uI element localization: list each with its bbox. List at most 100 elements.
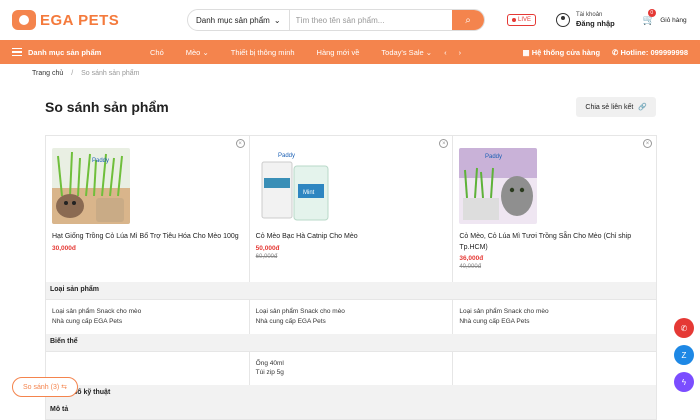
search-category-label: Danh mục sản phẩm — [196, 15, 270, 25]
nav-item-cat-label: Mèo — [185, 47, 201, 57]
cell-line: Túi zip 5g — [255, 369, 284, 377]
brand-name: EGA PETS — [40, 11, 120, 29]
phone-icon: ✆ — [680, 323, 688, 333]
chevron-down-icon: ⌄ — [425, 47, 433, 57]
table-cell — [453, 352, 656, 386]
breadcrumb: Trang chủ / So sánh sản phẩm — [0, 64, 700, 77]
hotline-number: 099999998 — [650, 47, 688, 57]
table-cell — [46, 351, 250, 385]
cell-line: Nhà cung cấp EGA Pets — [459, 317, 530, 325]
cell-line: Loại sản phẩm Snack cho mèo — [459, 308, 549, 315]
nav-prev-icon[interactable]: ‹ — [444, 48, 447, 57]
top-header: EGA PETS Danh mục sản phẩm ⌄ ⌕ LIVE Tài … — [0, 0, 700, 40]
compare-table: × Paddy Hạt Giống Trồng Cỏ Lúa Mì Bổ Trợ… — [45, 135, 657, 420]
cell-line: Loại sản phẩm Snack cho mèo — [52, 308, 142, 315]
hotline-link[interactable]: ✆ Hotline: 099999998 — [612, 48, 688, 57]
user-icon — [556, 13, 571, 27]
cell-line: Loại sản phẩm Snack cho mèo — [255, 308, 345, 315]
category-menu-button[interactable]: Danh mục sản phẩm — [12, 48, 150, 57]
remove-product-icon[interactable]: × — [643, 139, 653, 148]
product-old-price: 40,000đ — [459, 264, 482, 270]
svg-text:Paddy: Paddy — [92, 158, 109, 164]
breadcrumb-separator: / — [71, 70, 74, 77]
section-specs: Thông số kỹ thuật — [46, 385, 656, 402]
table-cell: Loại sản phẩm Snack cho mèo Nhà cung cấp … — [46, 300, 250, 334]
cart-count-badge: 0 — [647, 8, 656, 17]
main-nav: Danh mục sản phẩm Chó Mèo ⌄ Thiết bị thô… — [0, 40, 700, 64]
cell-line: Nhà cung cấp EGA Pets — [52, 317, 123, 325]
compare-count-button[interactable]: So sánh (3) ⇆ — [12, 377, 79, 397]
zalo-icon: Z — [681, 350, 687, 360]
product-image[interactable]: Mint Paddy — [255, 148, 334, 224]
product-image[interactable]: Paddy — [459, 148, 538, 224]
store-system-link[interactable]: ▦ Hệ thống cửa hàng — [523, 48, 601, 57]
nav-item-sale-label: Today's Sale — [381, 47, 424, 57]
remove-product-icon[interactable]: × — [439, 139, 449, 148]
remove-product-icon[interactable]: × — [235, 139, 245, 148]
product-price: 36,000đ — [459, 255, 484, 262]
compare-icon: ⇆ — [61, 384, 68, 391]
logo[interactable]: EGA PETS — [12, 10, 162, 30]
messenger-button[interactable]: ϟ — [674, 372, 694, 392]
cart-link[interactable]: 🛒 0 Giỏ hàng — [643, 8, 687, 26]
section-product-type: Loại sản phẩm — [46, 282, 656, 299]
product-image[interactable]: Paddy — [52, 148, 130, 224]
nav-next-icon[interactable]: › — [459, 48, 462, 57]
page-title: So sánh sản phẩm — [45, 99, 169, 115]
cell-line: Nhà cung cấp EGA Pets — [255, 317, 326, 325]
product-name[interactable]: Hạt Giống Trồng Cỏ Lúa Mì Bổ Trợ Tiêu Hó… — [52, 232, 243, 243]
chevron-down-icon: ⌄ — [273, 15, 281, 25]
share-link-button[interactable]: Chia sẻ liên kết 🔗 — [576, 97, 656, 117]
search-bar: Danh mục sản phẩm ⌄ ⌕ — [187, 9, 485, 31]
section-variant: Biến thể — [46, 333, 656, 351]
store-icon: ▦ — [522, 47, 530, 57]
store-label: Hệ thống cửa hàng — [531, 47, 601, 57]
nav-item-dog[interactable]: Chó — [150, 48, 164, 57]
account-caption: Tài khoản — [576, 11, 603, 18]
product-old-price: 60,000đ — [255, 253, 278, 260]
nav-item-new-arrivals[interactable]: Hàng mới về — [317, 48, 360, 57]
login-label: Đăng nhập — [576, 19, 615, 29]
svg-text:Paddy: Paddy — [278, 153, 295, 159]
category-menu-label: Danh mục sản phẩm — [28, 47, 102, 57]
logo-icon — [12, 10, 36, 30]
share-label: Chia sẻ liên kết — [585, 103, 634, 111]
cart-label: Giỏ hàng — [660, 16, 687, 24]
phone-icon: ✆ — [612, 47, 619, 57]
nav-item-todays-sale[interactable]: Today's Sale ⌄ — [381, 48, 432, 57]
nav-item-cat[interactable]: Mèo ⌄ — [186, 48, 209, 57]
section-description: Mô tả — [46, 402, 656, 419]
zalo-chat-button[interactable]: Z — [674, 345, 694, 365]
table-cell: Loại sản phẩm Snack cho mèo Nhà cung cấp … — [250, 300, 454, 334]
table-cell: Ống 40ml Túi zip 5g — [250, 351, 454, 385]
live-badge[interactable]: LIVE — [507, 14, 537, 26]
product-name[interactable]: Cỏ Mèo Bạc Hà Catnip Cho Mèo — [256, 232, 447, 243]
breadcrumb-current: So sánh sản phẩm — [81, 70, 140, 77]
svg-text:Paddy: Paddy — [485, 154, 502, 160]
account-link[interactable]: Tài khoản Đăng nhập — [556, 12, 615, 28]
messenger-icon: ϟ — [681, 377, 687, 387]
product-price: 30,000đ — [52, 244, 76, 252]
table-cell: Loại sản phẩm Snack cho mèo Nhà cung cấp … — [453, 300, 656, 334]
cell-line: Ống 40ml — [255, 359, 284, 367]
compare-count-label: So sánh (3) — [23, 384, 60, 391]
search-button[interactable]: ⌕ — [452, 10, 484, 30]
search-category-select[interactable]: Danh mục sản phẩm ⌄ — [188, 10, 290, 30]
nav-item-smart-devices[interactable]: Thiết bị thông minh — [231, 48, 295, 57]
search-icon: ⌕ — [465, 14, 471, 26]
hotline-label: Hotline: — [620, 47, 649, 57]
product-column: × Paddy Hạt Giống Trồng Cỏ Lúa Mì Bổ Trợ… — [46, 136, 250, 282]
phone-call-button[interactable]: ✆ — [674, 318, 694, 338]
product-column: × Paddy Cỏ Mèo, Cỏ Lúa Mì Tươi Trồng Sẵn… — [453, 136, 656, 282]
search-input[interactable] — [289, 15, 452, 25]
product-name[interactable]: Cỏ Mèo, Cỏ Lúa Mì Tươi Trồng Sẵn Cho Mèo… — [459, 232, 650, 253]
chevron-down-icon: ⌄ — [202, 47, 209, 57]
link-icon: 🔗 — [638, 104, 647, 111]
product-price: 50,000đ — [255, 244, 280, 252]
live-dot-icon — [512, 18, 516, 22]
live-label: LIVE — [518, 17, 532, 23]
svg-text:Mint: Mint — [303, 190, 315, 196]
hamburger-icon — [12, 48, 22, 56]
breadcrumb-home[interactable]: Trang chủ — [32, 70, 63, 77]
table-row: Loại sản phẩm Snack cho mèo Nhà cung cấp … — [46, 299, 656, 334]
